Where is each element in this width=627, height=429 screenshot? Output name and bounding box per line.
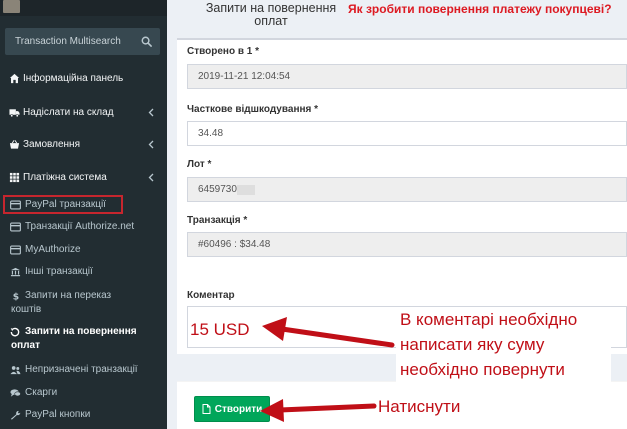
- credit-card-icon: [10, 245, 21, 255]
- partial-refund-input[interactable]: 34.48: [187, 121, 627, 146]
- file-icon: [202, 404, 211, 414]
- refund-icon: [10, 327, 20, 337]
- credit-card-icon: [10, 222, 21, 232]
- user-panel: [0, 0, 167, 16]
- lot-value: 6459730: [198, 184, 237, 195]
- sidebar-item-transfer-requests[interactable]: $ Запити на переказ коштів: [0, 289, 167, 319]
- sidebar-item-label: Запити на повернення: [25, 326, 137, 337]
- created-field: 2019-11-21 12:04:54: [187, 64, 627, 89]
- annotation-line: написати яку суму: [400, 335, 545, 354]
- sidebar-item-refund-requests[interactable]: Запити на повернення оплат: [0, 325, 167, 355]
- sidebar-item-authorize-transactions[interactable]: Транзакції Authorize.net: [0, 220, 167, 234]
- annotation-comment-note: В коментарі необхідно написати яку суму …: [396, 307, 611, 382]
- sidebar-item-payment-system[interactable]: Платіжна система: [0, 167, 167, 187]
- sidebar-item-label: PayPal кнопки: [25, 409, 91, 420]
- created-value: 2019-11-21 12:04:54: [198, 71, 291, 82]
- sidebar-item-complaints[interactable]: Скарги: [0, 386, 167, 400]
- partial-refund-label: Часткове відшкодування *: [187, 104, 319, 115]
- sidebar-item-myauthorize[interactable]: MyAuthorize: [0, 243, 167, 257]
- users-icon: [10, 366, 21, 375]
- sidebar-item-orders[interactable]: Замовлення: [0, 134, 167, 154]
- annotation-line: необхідно повернути: [400, 360, 565, 379]
- transaction-field: #60496 : $34.48: [187, 232, 627, 257]
- search-button[interactable]: [133, 28, 160, 55]
- created-label: Створено в 1 *: [187, 46, 259, 57]
- avatar[interactable]: [3, 0, 20, 13]
- comments-icon: [10, 389, 21, 397]
- highlight-frame: [3, 195, 123, 214]
- svg-text:$: $: [13, 292, 19, 301]
- page-title: Запити на повернення оплат: [196, 2, 346, 28]
- sidebar-item-label: MyAuthorize: [25, 244, 81, 255]
- sidebar-item-dashboard[interactable]: Інформаційна панель: [0, 68, 167, 88]
- sidebar-item-label: Інші транзакції: [25, 266, 93, 277]
- sidebar-item-label: Платіжна система: [23, 171, 107, 183]
- sidebar-item-label: Запити на переказ: [25, 290, 112, 301]
- comment-label: Коментар: [187, 290, 235, 301]
- search-input[interactable]: [5, 28, 135, 55]
- truck-icon: [9, 109, 20, 118]
- partial-refund-value: 34.48: [198, 128, 224, 139]
- annotation-click-note: Натиснути: [378, 397, 461, 416]
- lot-field: 6459730: [187, 177, 627, 202]
- sidebar-item-label-continuation: оплат: [11, 340, 40, 351]
- annotation-line: В коментарі необхідно: [400, 310, 578, 329]
- wrench-icon: [10, 410, 21, 420]
- sidebar-item-label: Скарги: [25, 387, 58, 398]
- redaction-mask: [236, 184, 255, 195]
- chevron-left-icon: [148, 140, 154, 149]
- sidebar-item-label-continuation: коштів: [11, 304, 42, 315]
- sidebar-item-label: Замовлення: [23, 138, 80, 150]
- sidebar-item-warehouse[interactable]: Надіслати на склад: [0, 102, 167, 122]
- dollar-icon: $: [13, 292, 19, 301]
- sidebar-search: [5, 28, 160, 55]
- transaction-label: Транзакція *: [187, 215, 248, 226]
- basket-icon: [9, 140, 20, 149]
- grid-icon: [9, 172, 20, 183]
- chevron-left-icon: [148, 173, 154, 182]
- refund-help-link[interactable]: Як зробити повернення платежу покупцеві?: [348, 2, 612, 16]
- page-title-line: оплат: [254, 14, 288, 28]
- transaction-value: #60496 : $34.48: [198, 239, 271, 250]
- sidebar-item-label: Непризначені транзакції: [25, 364, 138, 375]
- sidebar-item-other-transactions[interactable]: Інші транзакції: [0, 265, 167, 279]
- create-button[interactable]: Створити: [194, 396, 270, 422]
- search-icon: [141, 36, 152, 47]
- bank-icon: [10, 267, 21, 277]
- sidebar-item-paypal-buttons[interactable]: PayPal кнопки: [0, 408, 167, 422]
- sidebar: Інформаційна панель Надіслати на склад З…: [0, 0, 167, 429]
- chevron-left-icon: [148, 108, 154, 117]
- sidebar-item-unassigned-transactions[interactable]: Непризначені транзакції: [0, 363, 167, 377]
- sidebar-item-label: Транзакції Authorize.net: [25, 221, 135, 232]
- sidebar-item-label: Надіслати на склад: [23, 106, 114, 118]
- lot-label: Лот *: [187, 159, 212, 170]
- dashboard-icon: [9, 73, 20, 84]
- annotation-amount: 15 USD: [190, 320, 250, 339]
- sidebar-item-label: Інформаційна панель: [23, 72, 124, 84]
- create-button-label: Створити: [214, 403, 263, 415]
